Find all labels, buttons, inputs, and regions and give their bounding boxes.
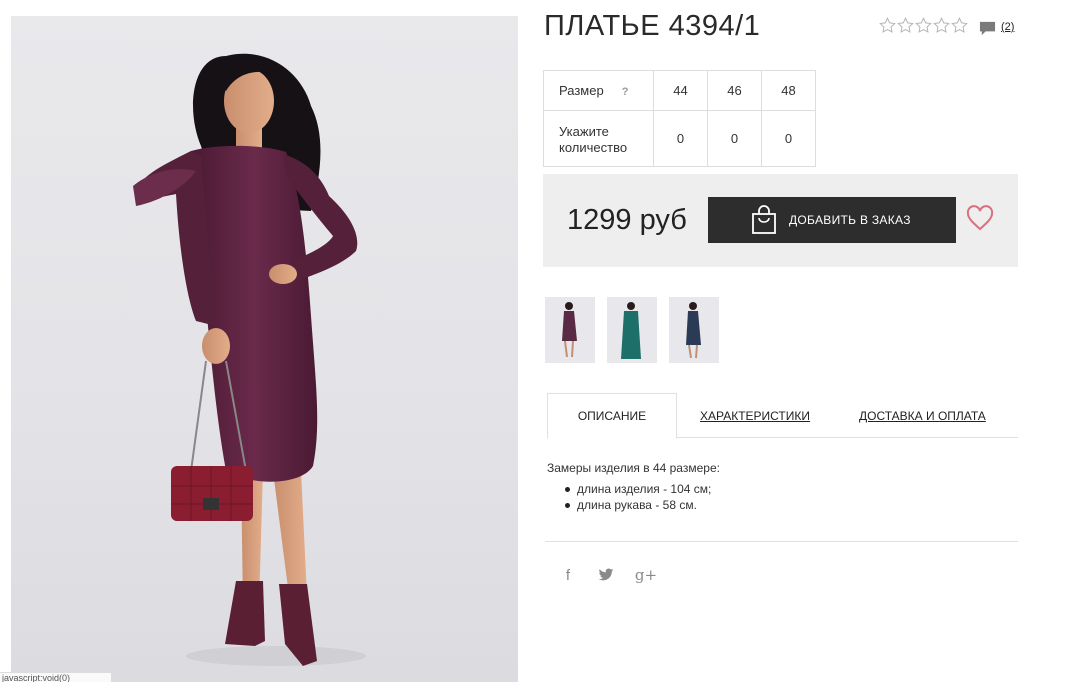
size-48: 48 — [761, 70, 816, 111]
star-icon[interactable] — [933, 17, 950, 34]
quantity-label: Укажите количество — [543, 110, 654, 167]
product-title: ПЛАТЬЕ 4394/1 — [544, 10, 761, 42]
rating-stars[interactable] — [879, 17, 968, 34]
size-label-cell: Размер? — [543, 70, 654, 111]
product-main-image[interactable] — [11, 16, 518, 682]
size-label: Размер — [559, 83, 604, 98]
size-row: Размер? 44 46 48 — [543, 70, 816, 111]
size-help-icon[interactable]: ? — [622, 86, 629, 98]
divider — [545, 541, 1018, 542]
heart-icon[interactable] — [966, 205, 994, 231]
tab-delivery[interactable]: ДОСТАВКА И ОПЛАТА — [859, 393, 986, 438]
thumbnail-strip — [545, 297, 719, 363]
thumbnail-1[interactable] — [545, 297, 595, 363]
add-to-order-button[interactable]: ДОБАВИТЬ В ЗАКАЗ — [708, 197, 956, 243]
dress-thumbnail-icon — [607, 297, 657, 363]
list-item: длина изделия - 104 см; — [565, 481, 720, 497]
star-icon[interactable] — [951, 17, 968, 34]
price-panel: 1299 руб ДОБАВИТЬ В ЗАКАЗ — [543, 174, 1018, 267]
product-price: 1299 руб — [567, 204, 687, 236]
dress-thumbnail-icon — [545, 297, 595, 363]
star-icon[interactable] — [879, 17, 896, 34]
twitter-icon[interactable] — [598, 566, 614, 584]
product-tabs: ОПИСАНИЕ ХАРАКТЕРИСТИКИ ДОСТАВКА И ОПЛАТ… — [547, 393, 1018, 439]
model-photo — [133, 53, 366, 666]
quantity-input-44[interactable]: 0 — [653, 110, 708, 167]
twitter-bird-icon — [598, 568, 614, 581]
list-item: длина рукава - 58 см. — [565, 497, 720, 513]
size-44: 44 — [653, 70, 708, 111]
thumbnail-2[interactable] — [607, 297, 657, 363]
facebook-icon[interactable]: f — [560, 566, 576, 584]
tab-description[interactable]: ОПИСАНИЕ — [547, 393, 677, 439]
comments-link[interactable]: (2) — [979, 20, 1014, 37]
description-panel: Замеры изделия в 44 размере: длина издел… — [547, 461, 720, 513]
star-icon[interactable] — [915, 17, 932, 34]
quantity-input-46[interactable]: 0 — [707, 110, 762, 167]
size-quantity-table: Размер? 44 46 48 Укажите количество 0 0 … — [543, 70, 816, 167]
measurement-list: длина изделия - 104 см; длина рукава - 5… — [547, 481, 720, 513]
comments-count[interactable]: (2) — [1001, 21, 1014, 33]
thumbnail-3[interactable] — [669, 297, 719, 363]
status-bar: javascript:void(0) — [0, 672, 112, 682]
dress-thumbnail-icon — [669, 297, 719, 363]
add-to-order-label: ДОБАВИТЬ В ЗАКАЗ — [789, 213, 911, 227]
shopping-bag-icon — [752, 205, 776, 234]
tab-characteristics[interactable]: ХАРАКТЕРИСТИКИ — [700, 393, 810, 438]
social-share: f g+ — [560, 566, 657, 584]
comment-bubble-icon — [979, 21, 996, 36]
quantity-input-48[interactable]: 0 — [761, 110, 816, 167]
size-46: 46 — [707, 70, 762, 111]
quantity-row: Укажите количество 0 0 0 — [543, 110, 816, 167]
star-icon[interactable] — [897, 17, 914, 34]
google-plus-icon[interactable]: g+ — [635, 566, 657, 584]
description-intro: Замеры изделия в 44 размере: — [547, 461, 720, 475]
